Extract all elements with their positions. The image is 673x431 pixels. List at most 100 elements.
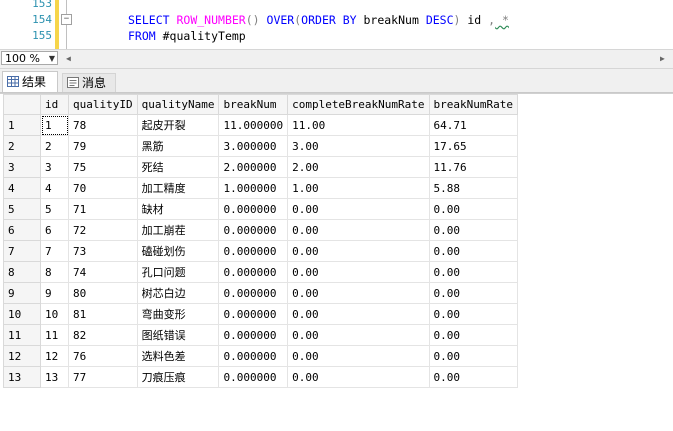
cell-id[interactable]: 7 bbox=[40, 240, 69, 262]
table-row[interactable]: 8 8 74 孔口问题 0.000000 0.00 0.00 bbox=[3, 261, 519, 283]
table-row[interactable]: 2 2 79 黑筋 3.000000 3.00 17.65 bbox=[3, 135, 519, 157]
column-header-completebreaknumrate[interactable]: completeBreakNumRate bbox=[287, 94, 430, 115]
scroll-left-icon[interactable]: ◀ bbox=[66, 53, 76, 64]
cell-breaknum[interactable]: 0.000000 bbox=[218, 282, 289, 304]
cell-breaknumrate[interactable]: 0.00 bbox=[428, 345, 519, 367]
cell-id[interactable]: 13 bbox=[40, 366, 69, 388]
column-header-qualityname[interactable]: qualityName bbox=[136, 94, 220, 115]
cell-id[interactable]: 3 bbox=[40, 156, 69, 178]
cell-id[interactable]: 10 bbox=[40, 303, 69, 325]
cell-qualityid[interactable]: 79 bbox=[68, 135, 138, 157]
cell-breaknum[interactable]: 1.000000 bbox=[218, 177, 289, 199]
cell-qualityname[interactable]: 选料色差 bbox=[136, 345, 220, 367]
cell-breaknum[interactable]: 0.000000 bbox=[218, 366, 289, 388]
cell-breaknumrate[interactable]: 11.76 bbox=[428, 156, 519, 178]
cell-completebreaknumrate[interactable]: 0.00 bbox=[287, 219, 430, 241]
row-number-cell[interactable]: 6 bbox=[3, 219, 41, 241]
cell-completebreaknumrate[interactable]: 0.00 bbox=[287, 324, 430, 346]
cell-qualityid[interactable]: 77 bbox=[68, 366, 138, 388]
cell-breaknumrate[interactable]: 0.00 bbox=[428, 366, 519, 388]
code-line-154[interactable]: SELECT ROW_NUMBER() OVER(ORDER BY breakN… bbox=[128, 13, 509, 27]
row-number-cell[interactable]: 12 bbox=[3, 345, 41, 367]
row-number-cell[interactable]: 3 bbox=[3, 156, 41, 178]
cell-completebreaknumrate[interactable]: 0.00 bbox=[287, 345, 430, 367]
table-row[interactable]: 11 11 82 图纸错误 0.000000 0.00 0.00 bbox=[3, 324, 519, 346]
cell-id[interactable]: 2 bbox=[40, 135, 69, 157]
tab-results[interactable]: 结果 bbox=[2, 71, 58, 92]
cell-qualityid[interactable]: 73 bbox=[68, 240, 138, 262]
cell-breaknum[interactable]: 0.000000 bbox=[218, 240, 289, 262]
cell-completebreaknumrate[interactable]: 0.00 bbox=[287, 282, 430, 304]
row-number-cell[interactable]: 13 bbox=[3, 366, 41, 388]
row-number-cell[interactable]: 10 bbox=[3, 303, 41, 325]
cell-qualityname[interactable]: 刀痕压痕 bbox=[136, 366, 220, 388]
cell-breaknumrate[interactable]: 0.00 bbox=[428, 282, 519, 304]
table-row[interactable]: 5 5 71 缺材 0.000000 0.00 0.00 bbox=[3, 198, 519, 220]
table-row[interactable]: 13 13 77 刀痕压痕 0.000000 0.00 0.00 bbox=[3, 366, 519, 388]
cell-qualityid[interactable]: 71 bbox=[68, 198, 138, 220]
cell-id[interactable]: 4 bbox=[40, 177, 69, 199]
table-row[interactable]: 10 10 81 弯曲变形 0.000000 0.00 0.00 bbox=[3, 303, 519, 325]
cell-completebreaknumrate[interactable]: 11.00 bbox=[287, 114, 430, 136]
column-header-breaknumrate[interactable]: breakNumRate bbox=[428, 94, 519, 115]
cell-completebreaknumrate[interactable]: 0.00 bbox=[287, 261, 430, 283]
cell-qualityname[interactable]: 起皮开裂 bbox=[136, 114, 220, 136]
cell-breaknumrate[interactable]: 0.00 bbox=[428, 198, 519, 220]
cell-qualityid[interactable]: 80 bbox=[68, 282, 138, 304]
zoom-select[interactable]: 100 % ▼ bbox=[1, 51, 58, 65]
cell-qualityid[interactable]: 81 bbox=[68, 303, 138, 325]
row-number-cell[interactable]: 8 bbox=[3, 261, 41, 283]
cell-breaknumrate[interactable]: 5.88 bbox=[428, 177, 519, 199]
scroll-right-icon[interactable]: ▶ bbox=[660, 53, 670, 64]
table-row[interactable]: 7 7 73 磕碰划伤 0.000000 0.00 0.00 bbox=[3, 240, 519, 262]
cell-breaknumrate[interactable]: 64.71 bbox=[428, 114, 519, 136]
cell-breaknumrate[interactable]: 17.65 bbox=[428, 135, 519, 157]
row-number-cell[interactable]: 11 bbox=[3, 324, 41, 346]
cell-qualityname[interactable]: 缺材 bbox=[136, 198, 220, 220]
cell-breaknum[interactable]: 0.000000 bbox=[218, 345, 289, 367]
cell-completebreaknumrate[interactable]: 3.00 bbox=[287, 135, 430, 157]
cell-completebreaknumrate[interactable]: 0.00 bbox=[287, 366, 430, 388]
cell-breaknum[interactable]: 0.000000 bbox=[218, 219, 289, 241]
cell-breaknum[interactable]: 11.000000 bbox=[218, 114, 289, 136]
table-row[interactable]: 6 6 72 加工崩茬 0.000000 0.00 0.00 bbox=[3, 219, 519, 241]
cell-breaknumrate[interactable]: 0.00 bbox=[428, 324, 519, 346]
cell-qualityid[interactable]: 76 bbox=[68, 345, 138, 367]
cell-qualityid[interactable]: 82 bbox=[68, 324, 138, 346]
cell-qualityid[interactable]: 70 bbox=[68, 177, 138, 199]
cell-breaknum[interactable]: 0.000000 bbox=[218, 303, 289, 325]
column-header-id[interactable]: id bbox=[40, 94, 69, 115]
cell-completebreaknumrate[interactable]: 1.00 bbox=[287, 177, 430, 199]
tab-messages[interactable]: 消息 bbox=[62, 73, 116, 92]
cell-qualityname[interactable]: 加工崩茬 bbox=[136, 219, 220, 241]
cell-breaknum[interactable]: 3.000000 bbox=[218, 135, 289, 157]
cell-id[interactable]: 1 bbox=[40, 114, 69, 136]
cell-qualityid[interactable]: 74 bbox=[68, 261, 138, 283]
cell-breaknum[interactable]: 0.000000 bbox=[218, 198, 289, 220]
cell-breaknum[interactable]: 0.000000 bbox=[218, 261, 289, 283]
table-row[interactable]: 12 12 76 选料色差 0.000000 0.00 0.00 bbox=[3, 345, 519, 367]
cell-id[interactable]: 9 bbox=[40, 282, 69, 304]
row-number-cell[interactable]: 7 bbox=[3, 240, 41, 262]
cell-completebreaknumrate[interactable]: 0.00 bbox=[287, 240, 430, 262]
cell-id[interactable]: 5 bbox=[40, 198, 69, 220]
sql-editor[interactable]: 153 154 155 − SELECT ROW_NUMBER() OVER(O… bbox=[0, 0, 673, 49]
cell-completebreaknumrate[interactable]: 0.00 bbox=[287, 303, 430, 325]
cell-breaknumrate[interactable]: 0.00 bbox=[428, 240, 519, 262]
row-number-cell[interactable]: 4 bbox=[3, 177, 41, 199]
table-row[interactable]: 1 1 78 起皮开裂 11.000000 11.00 64.71 bbox=[3, 114, 519, 136]
cell-breaknumrate[interactable]: 0.00 bbox=[428, 261, 519, 283]
row-number-cell[interactable]: 2 bbox=[3, 135, 41, 157]
row-number-cell[interactable]: 1 bbox=[3, 114, 41, 136]
cell-id[interactable]: 11 bbox=[40, 324, 69, 346]
column-header-breaknum[interactable]: breakNum bbox=[218, 94, 289, 115]
cell-qualityname[interactable]: 死结 bbox=[136, 156, 220, 178]
cell-qualityid[interactable]: 75 bbox=[68, 156, 138, 178]
cell-breaknumrate[interactable]: 0.00 bbox=[428, 303, 519, 325]
cell-breaknum[interactable]: 2.000000 bbox=[218, 156, 289, 178]
cell-id[interactable]: 6 bbox=[40, 219, 69, 241]
cell-breaknumrate[interactable]: 0.00 bbox=[428, 219, 519, 241]
cell-qualityid[interactable]: 72 bbox=[68, 219, 138, 241]
row-number-cell[interactable]: 5 bbox=[3, 198, 41, 220]
cell-qualityname[interactable]: 树芯白边 bbox=[136, 282, 220, 304]
